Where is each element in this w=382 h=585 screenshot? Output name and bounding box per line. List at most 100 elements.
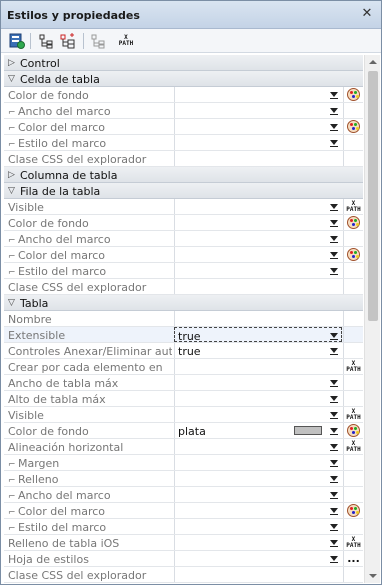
property-row-selected[interactable]: Extensible true (4, 327, 363, 343)
dropdown-arrow-icon[interactable] (328, 425, 340, 436)
property-value[interactable]: plata (174, 423, 342, 438)
property-value[interactable] (174, 471, 342, 486)
dropdown-arrow-icon[interactable] (328, 409, 340, 420)
section-control[interactable]: ▷ Control (4, 55, 363, 71)
property-row[interactable]: ⌐ Color del marco (4, 503, 363, 519)
property-row[interactable]: Clase CSS del explorador (4, 151, 363, 167)
property-row[interactable]: ⌐ Relleno (4, 471, 363, 487)
collapse-triangle-icon[interactable]: ▷ (8, 170, 15, 180)
property-value[interactable] (174, 151, 342, 166)
property-row[interactable]: ⌐ Estilo del marco (4, 135, 363, 151)
property-value[interactable] (174, 247, 342, 262)
property-row[interactable]: ⌐ Ancho del marco (4, 231, 363, 247)
property-value[interactable] (174, 391, 342, 406)
dropdown-arrow-icon[interactable] (328, 217, 340, 228)
property-value[interactable] (174, 103, 342, 118)
section-fila-de-la-tabla[interactable]: ▽ Fila de la tabla (4, 183, 363, 199)
property-value[interactable] (174, 439, 342, 454)
property-row[interactable]: Ancho de tabla máx (4, 375, 363, 391)
dropdown-arrow-icon[interactable] (328, 489, 340, 500)
dropdown-arrow-icon[interactable] (328, 233, 340, 244)
dropdown-arrow-icon[interactable] (328, 521, 340, 532)
property-row[interactable]: Hoja de estilos ... (4, 551, 363, 567)
property-row[interactable]: Clase CSS del explorador (4, 567, 363, 583)
property-value[interactable] (174, 199, 342, 214)
property-value[interactable]: true (174, 343, 342, 358)
dropdown-arrow-icon[interactable] (328, 537, 340, 548)
property-row[interactable]: ⌐ Ancho del marco (4, 487, 363, 503)
collapse-triangle-icon[interactable]: ▷ (8, 58, 15, 68)
xpath-icon[interactable]: X PATH (117, 32, 135, 50)
dropdown-arrow-icon[interactable] (328, 201, 340, 212)
dropdown-arrow-icon[interactable] (328, 330, 340, 341)
close-icon[interactable]: ✕ (359, 6, 375, 22)
property-row[interactable]: ⌐ Estilo del marco (4, 519, 363, 535)
dropdown-arrow-icon[interactable] (328, 377, 340, 388)
dropdown-arrow-icon[interactable] (328, 457, 340, 468)
property-value[interactable] (174, 87, 342, 102)
dropdown-arrow-icon[interactable] (328, 105, 340, 116)
property-value[interactable] (174, 359, 342, 374)
dropdown-arrow-icon[interactable] (328, 393, 340, 404)
property-row[interactable]: ⌐ Estilo del marco (4, 263, 363, 279)
xpath-button[interactable]: X PATH (343, 439, 363, 454)
scroll-down-icon[interactable] (365, 569, 381, 583)
color-picker-button[interactable] (343, 87, 363, 102)
color-picker-button[interactable] (343, 119, 363, 134)
property-row[interactable]: Alineación horizontal X PATH (4, 439, 363, 455)
property-value[interactable] (174, 311, 342, 326)
dropdown-arrow-icon[interactable] (328, 137, 340, 148)
property-row[interactable]: Color de fondo plata (4, 423, 363, 439)
property-row[interactable]: ⌐ Color del marco (4, 119, 363, 135)
scroll-up-icon[interactable] (365, 55, 381, 69)
property-row[interactable]: ⌐ Color del marco (4, 247, 363, 263)
property-value[interactable] (174, 535, 342, 550)
section-celda-de-tabla[interactable]: ▽ Celda de tabla (4, 71, 363, 87)
xpath-button[interactable]: X PATH (343, 535, 363, 550)
property-value[interactable] (174, 407, 342, 422)
dropdown-arrow-icon[interactable] (328, 121, 340, 132)
property-row[interactable]: Relleno de tabla iOS X PATH (4, 535, 363, 551)
property-value[interactable] (174, 375, 342, 390)
property-row[interactable]: Visible X PATH (4, 199, 363, 215)
property-value[interactable] (174, 263, 342, 278)
property-value[interactable] (174, 231, 342, 246)
dropdown-arrow-icon[interactable] (328, 473, 340, 484)
dropdown-arrow-icon[interactable] (328, 441, 340, 452)
property-value[interactable] (174, 503, 342, 518)
property-value[interactable] (174, 455, 342, 470)
dropdown-arrow-icon[interactable] (328, 249, 340, 260)
xpath-button[interactable]: X PATH (343, 199, 363, 214)
tree-collapse-icon[interactable] (89, 32, 107, 50)
property-value[interactable] (174, 487, 342, 502)
property-row[interactable]: Alto de tabla máx (4, 391, 363, 407)
dropdown-arrow-icon[interactable] (328, 89, 340, 100)
property-row[interactable]: Color de fondo (4, 215, 363, 231)
property-value[interactable] (174, 135, 342, 150)
color-picker-button[interactable] (343, 503, 363, 518)
vertical-scrollbar[interactable] (364, 55, 380, 583)
dropdown-arrow-icon[interactable] (328, 553, 340, 564)
color-picker-button[interactable] (343, 423, 363, 438)
collapse-triangle-icon[interactable]: ▽ (8, 186, 15, 196)
property-value[interactable]: true (174, 327, 342, 343)
color-picker-button[interactable] (343, 215, 363, 230)
dropdown-arrow-icon[interactable] (328, 505, 340, 516)
property-value[interactable] (174, 119, 342, 134)
property-row[interactable]: Clase CSS del explorador (4, 279, 363, 295)
dropdown-arrow-icon[interactable] (328, 345, 340, 356)
xpath-button[interactable]: X PATH (343, 359, 363, 374)
tree-view-icon[interactable] (37, 32, 55, 50)
property-value[interactable] (174, 551, 342, 566)
color-picker-button[interactable] (343, 247, 363, 262)
scroll-thumb[interactable] (368, 71, 378, 321)
property-value[interactable] (174, 215, 342, 230)
property-value[interactable] (174, 567, 342, 582)
section-tabla[interactable]: ▽ Tabla (4, 295, 363, 311)
dropdown-arrow-icon[interactable] (328, 265, 340, 276)
property-row[interactable]: ⌐ Margen (4, 455, 363, 471)
ellipsis-button[interactable]: ... (343, 551, 363, 566)
property-value[interactable] (174, 519, 342, 534)
tree-expand-icon[interactable] (59, 32, 77, 50)
property-row[interactable]: Nombre (4, 311, 363, 327)
